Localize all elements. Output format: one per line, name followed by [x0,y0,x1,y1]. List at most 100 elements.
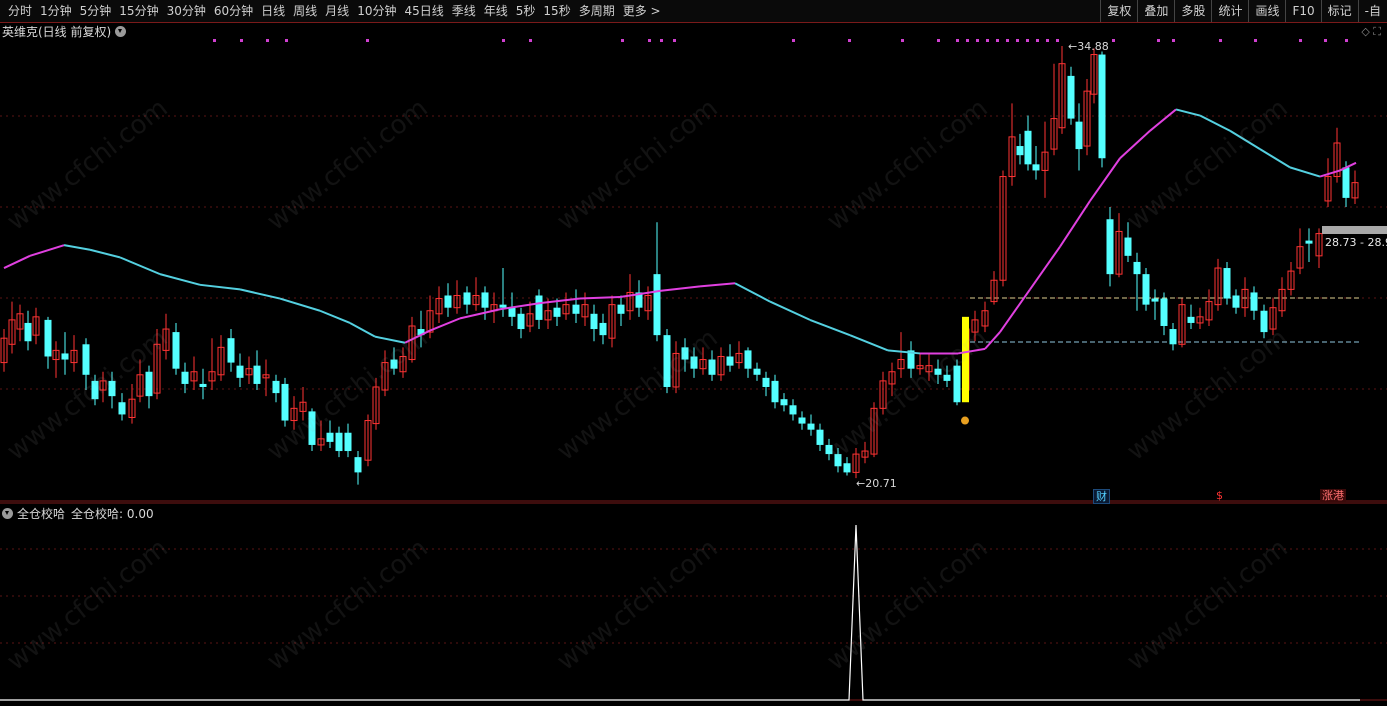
candle-body [780,399,788,406]
candle-body [1187,316,1195,323]
candle-body [444,295,452,308]
candle-body [599,322,607,336]
event-dot [1006,39,1009,42]
candle-body [508,307,516,317]
candle-body [1223,268,1231,299]
event-dot [285,39,288,42]
event-dot [502,39,505,42]
event-dot [1254,39,1257,42]
event-dot [1324,39,1327,42]
candle-body [1032,164,1040,171]
corner-icons: ◇ ⛶ [1361,25,1381,39]
event-dot [1299,39,1302,42]
event-dot [901,39,904,42]
candle-body [1067,75,1075,119]
candle-body [335,432,343,452]
ma-line-segment [429,317,461,332]
candle-body [1133,261,1141,275]
event-dot [529,39,532,42]
event-dot [621,39,624,42]
ma-line-segment [539,297,581,305]
diamond-icon[interactable]: ◇ [1361,25,1369,38]
ma-line-segment [659,285,701,292]
ma-line-segment [1059,200,1091,248]
candle-body [843,463,851,473]
main-chart-header: 英维克(日线 前复权) [2,23,127,39]
candle-body [1124,237,1132,256]
expand-icon[interactable]: ⛶ [1373,25,1381,38]
ma-line-segment [1029,246,1061,290]
candle-body [181,371,189,384]
candle-body [517,313,525,330]
ma-line-segment [89,248,121,259]
candle-body [281,383,289,421]
candle-body [463,292,471,305]
event-dot [648,39,651,42]
event-dot [673,39,676,42]
ma-line-segment [29,244,65,257]
ma-line-segment [699,282,736,288]
ma-line-segment [349,322,376,338]
candle-body [236,365,244,378]
ma-line-segment [1289,166,1321,178]
finance-badge[interactable]: 财 [1093,489,1110,504]
event-dot [1157,39,1160,42]
event-dot [660,39,663,42]
event-dot [996,39,999,42]
candle-body [744,350,752,369]
hk-connect-badge[interactable]: 涨港 [1320,489,1346,502]
candle-body [227,338,235,363]
candle-body [82,344,90,375]
candle-body [590,313,598,330]
ma-line-segment [159,273,201,286]
candle-body [145,371,153,397]
event-dot [1219,39,1222,42]
event-dot [1046,39,1049,42]
candle-body [354,457,362,473]
candle-body [1250,292,1258,311]
candle-body [653,274,661,336]
event-dot [986,39,989,42]
price-marker-bar [1322,226,1387,234]
ma-line-segment [3,254,31,269]
ma-line-segment [809,318,851,337]
event-dot [792,39,795,42]
price-range-label: 28.73 - 28.9 [1325,236,1387,249]
candle-body [253,365,261,384]
candle-body [807,423,815,430]
ma-line-segment [63,244,91,251]
candle-body [535,295,543,320]
event-dot [1056,39,1059,42]
candle-body [726,356,734,366]
ma-line-segment [1119,130,1151,159]
event-dot [266,39,269,42]
candle-body [44,319,52,357]
event-dot [966,39,969,42]
event-dot [1112,39,1115,42]
candle-body [1075,121,1083,150]
candle-body [1342,167,1350,198]
ma-line-segment [769,300,811,321]
candle-body [1160,298,1168,326]
chevron-down-icon[interactable] [2,507,13,519]
ma-line-segment [849,334,889,352]
arrow-left-icon: ← [1068,40,1078,53]
candle-body [199,383,207,387]
sub-chart-header: 全仓校哈 全仓校哈: 0.00 [2,505,154,521]
ma-line-segment [1149,108,1177,132]
candle-body [789,405,797,415]
candle-body [326,432,334,442]
event-dot [956,39,959,42]
indicator-name: 全仓校哈 [17,506,66,521]
candle-body [617,304,625,314]
event-dot [1172,39,1175,42]
candle-body [798,417,806,424]
chevron-down-icon[interactable] [115,25,127,37]
ma-line-segment [199,283,241,291]
candle-body [708,359,716,375]
event-dot [1026,39,1029,42]
indicator-value: 全仓校哈: 0.00 [71,506,154,521]
dollar-badge[interactable]: $ [1214,489,1225,502]
event-dot [213,39,216,42]
event-dot [240,39,243,42]
